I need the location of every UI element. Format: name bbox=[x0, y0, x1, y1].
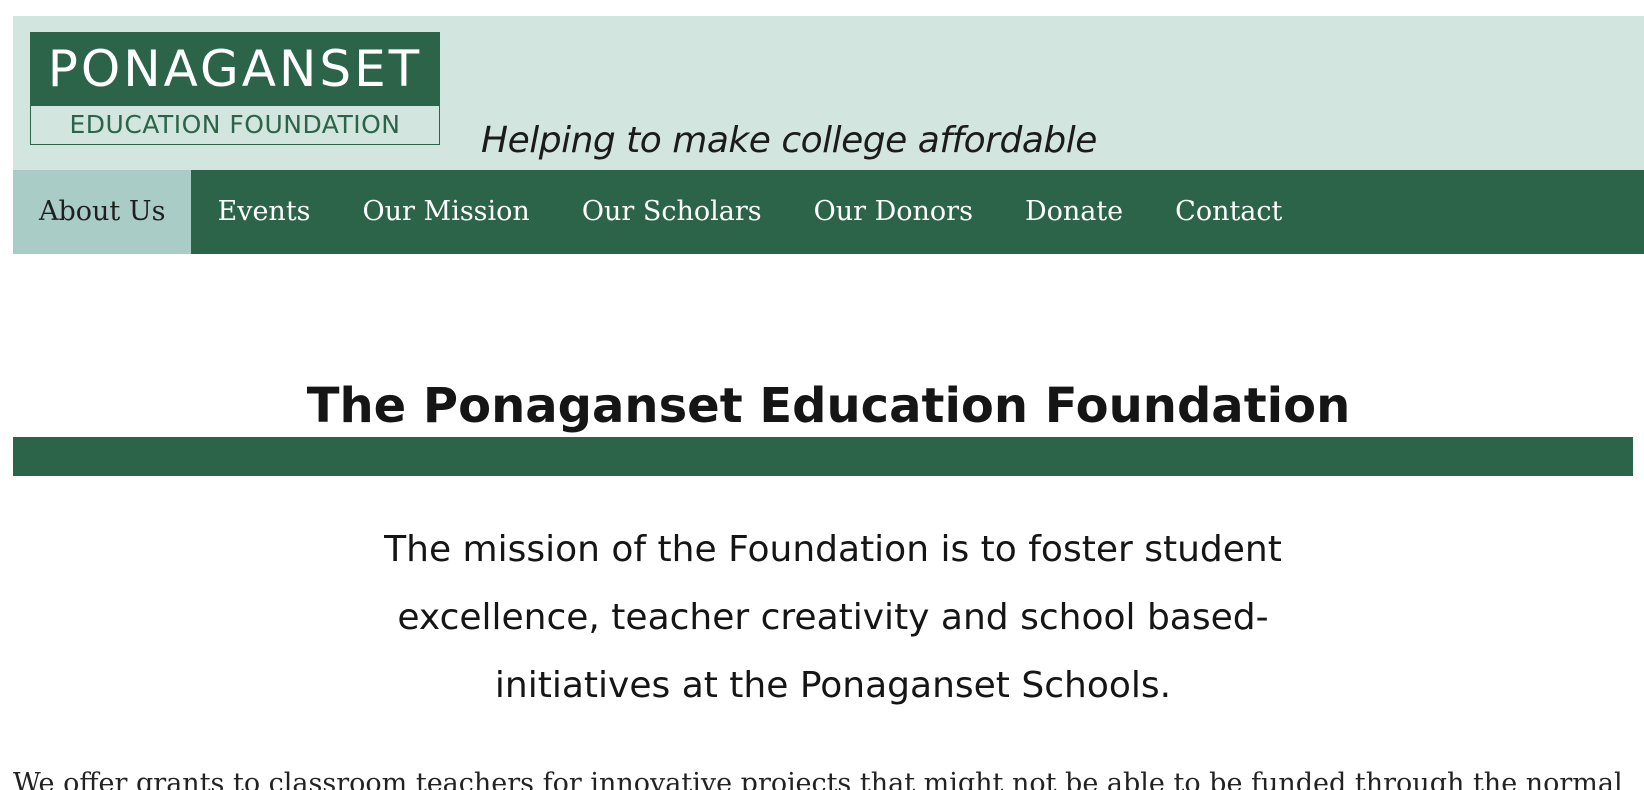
grants-paragraph: We offer grants to classroom teachers fo… bbox=[13, 768, 1623, 790]
nav-our-donors[interactable]: Our Donors bbox=[788, 170, 999, 254]
nav-contact[interactable]: Contact bbox=[1149, 170, 1308, 254]
mission-line-1: The mission of the Foundation is to fost… bbox=[384, 529, 1282, 570]
nav-our-mission[interactable]: Our Mission bbox=[337, 170, 556, 254]
logo-subtitle: EDUCATION FOUNDATION bbox=[69, 110, 401, 139]
site-tagline: Helping to make college affordable bbox=[481, 120, 1097, 161]
green-divider-bar bbox=[13, 437, 1633, 476]
mission-line-3: initiatives at the Ponaganset Schools. bbox=[494, 665, 1172, 706]
mission-line-2: excellence, teacher creativity and schoo… bbox=[397, 597, 1269, 638]
foundation-logo[interactable]: PONAGANSET EDUCATION FOUNDATION bbox=[30, 32, 440, 145]
nav-our-scholars[interactable]: Our Scholars bbox=[556, 170, 788, 254]
page: PONAGANSET EDUCATION FOUNDATION Helping … bbox=[13, 16, 1644, 790]
page-title: The Ponaganset Education Foundation bbox=[306, 378, 1351, 435]
site-header: PONAGANSET EDUCATION FOUNDATION Helping … bbox=[13, 16, 1644, 170]
nav-about-us[interactable]: About Us bbox=[13, 170, 192, 254]
main-navigation: About Us Events Our Mission Our Scholars… bbox=[13, 170, 1644, 254]
logo-title: PONAGANSET bbox=[31, 33, 439, 106]
mission-statement: The mission of the Foundation is to fost… bbox=[373, 516, 1293, 720]
nav-donate[interactable]: Donate bbox=[999, 170, 1149, 254]
nav-events[interactable]: Events bbox=[191, 170, 336, 254]
